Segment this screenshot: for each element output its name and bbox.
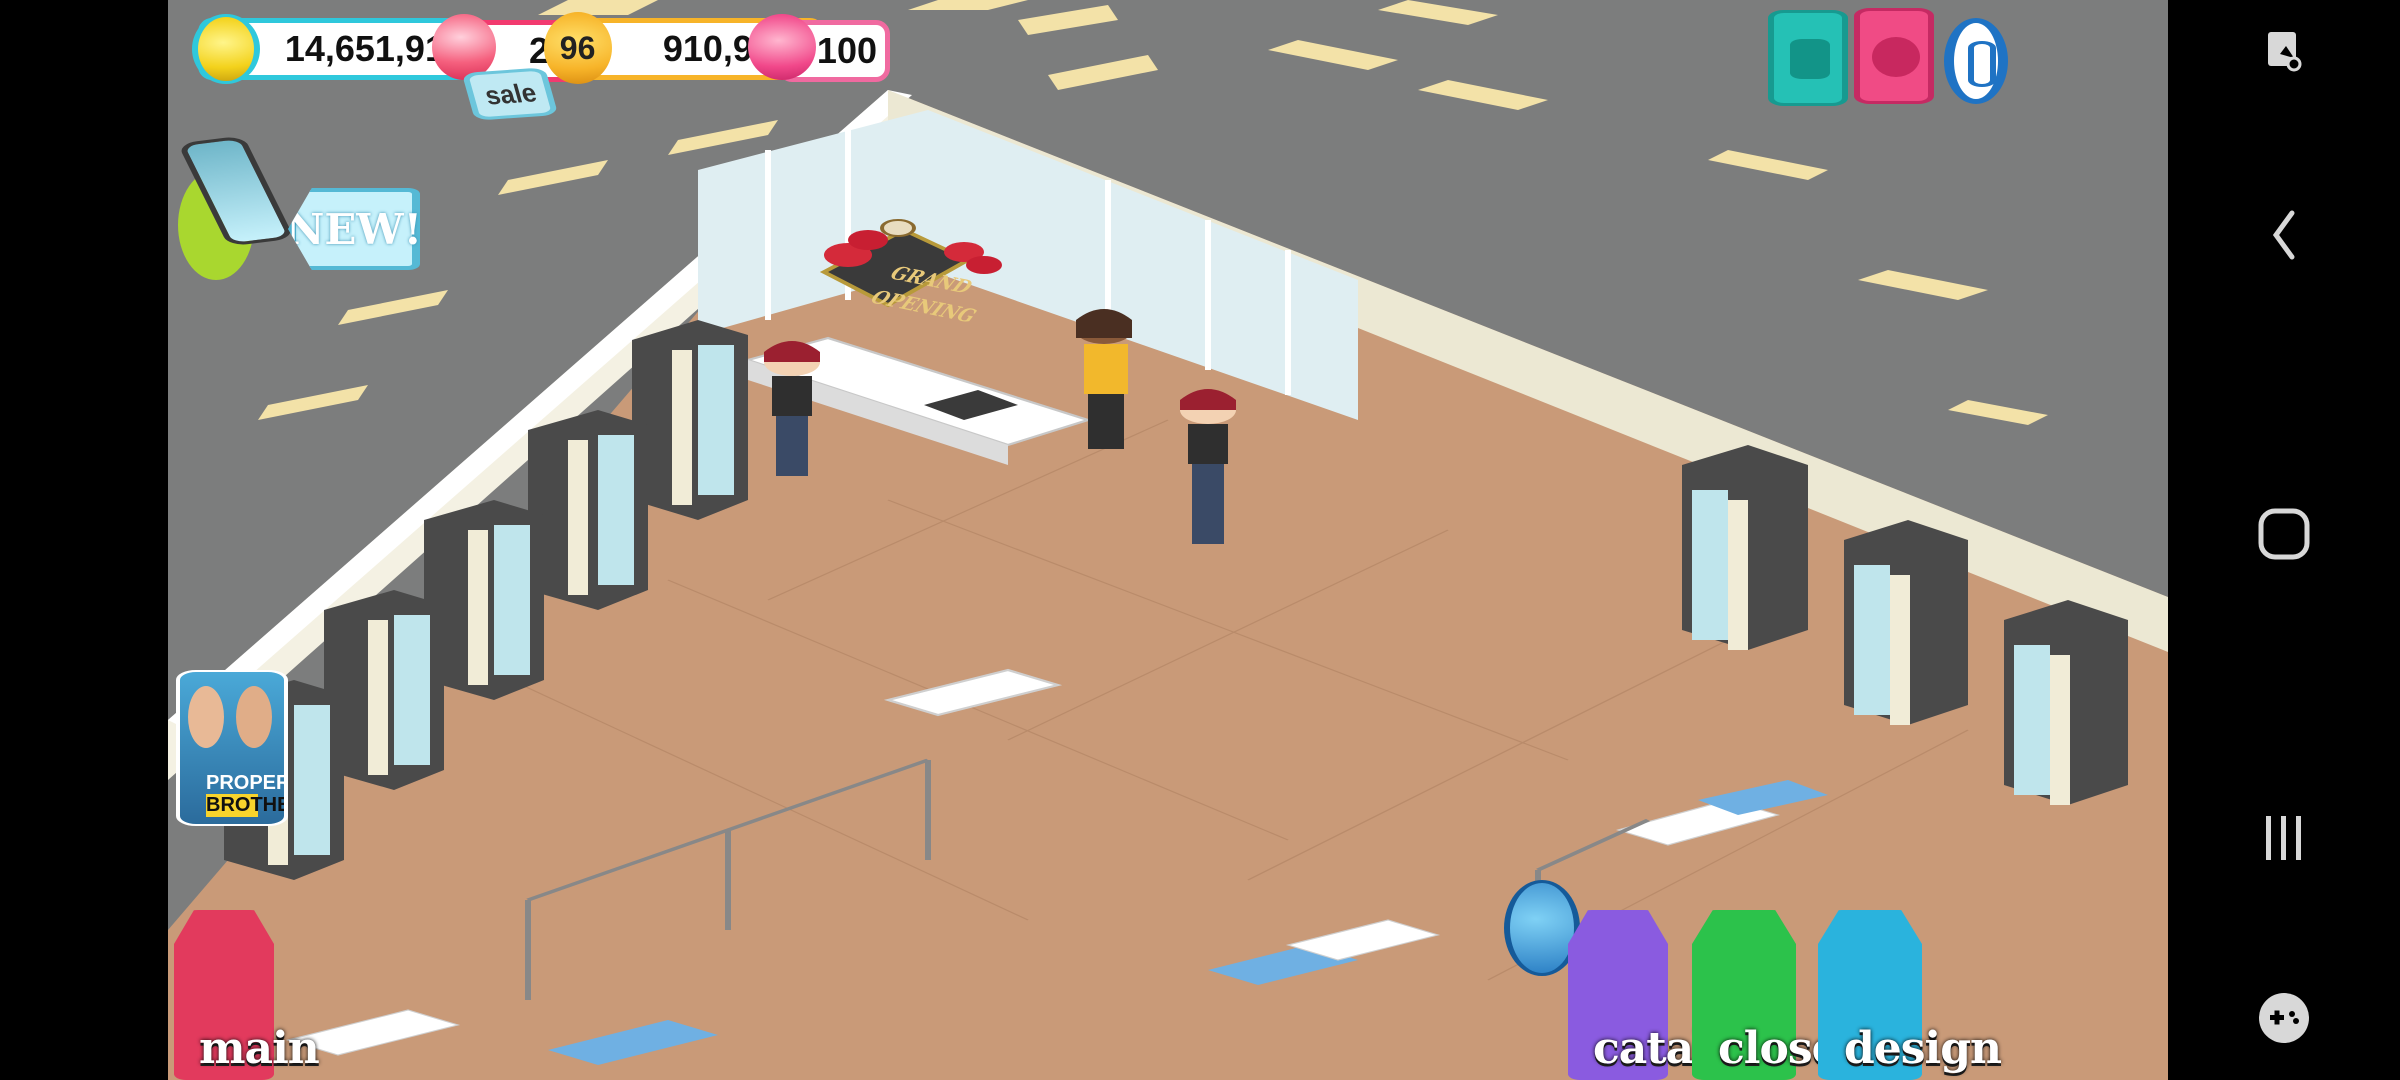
chat-icon — [1872, 37, 1920, 77]
sale-label: sale — [480, 76, 540, 111]
camera-icon — [1790, 39, 1830, 79]
promo-face-2 — [236, 686, 272, 748]
game-launcher-icon[interactable] — [2256, 990, 2312, 1046]
closet-button[interactable]: closet — [1692, 880, 1859, 1080]
recents-icon[interactable] — [2260, 812, 2308, 864]
back-icon[interactable] — [2266, 205, 2302, 265]
promo-face-1 — [188, 686, 224, 748]
catalog-label: catalog — [1593, 1023, 1768, 1074]
phone-button[interactable] — [177, 130, 295, 292]
property-brothers-promo[interactable]: PROPERTY BROTHERS — [176, 670, 288, 826]
main-button[interactable]: main — [174, 880, 320, 1080]
home-icon[interactable] — [2258, 508, 2310, 560]
system-nav-bar — [2168, 0, 2400, 1080]
gem-icon — [432, 14, 496, 80]
level-value: 96 — [560, 29, 596, 66]
chat-button[interactable] — [1854, 8, 1934, 104]
design-button[interactable]: design — [1818, 880, 2002, 1080]
promo-brand-line1: PROPERTY — [206, 772, 288, 794]
closet-label: closet — [1718, 1023, 1859, 1074]
screenshot-icon[interactable] — [2266, 30, 2302, 74]
new-badge[interactable]: NEW! — [288, 188, 420, 270]
design-label: design — [1844, 1023, 2002, 1074]
camera-button[interactable] — [1768, 10, 1848, 106]
currency-icon — [1968, 41, 1996, 87]
promo-brand-line2: BROTHERS — [206, 794, 288, 817]
heart-icon — [748, 14, 816, 80]
main-label: main — [199, 1023, 320, 1074]
level-star-icon: 96 — [544, 12, 612, 84]
sale-tag[interactable]: sale — [461, 67, 559, 121]
coin-icon — [192, 14, 260, 84]
new-label: NEW! — [286, 204, 423, 254]
currency-button[interactable] — [1944, 18, 2008, 104]
hearts-value: 100 — [816, 30, 877, 71]
catalog-button[interactable]: catalog — [1568, 880, 1768, 1080]
game-viewport[interactable]: 14,651,912 2 sale 910,951 96 100 NEW! PR… — [168, 0, 2188, 1080]
